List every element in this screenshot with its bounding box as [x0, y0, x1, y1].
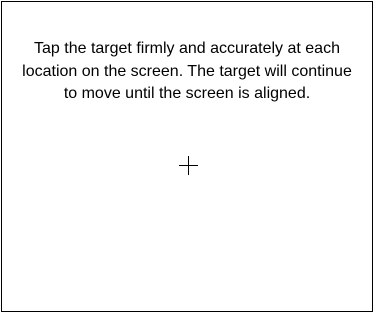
- calibration-screen: Tap the target firmly and accurately at …: [1, 1, 373, 312]
- calibration-instructions: Tap the target firmly and accurately at …: [22, 40, 352, 102]
- crosshair-icon[interactable]: [179, 156, 198, 175]
